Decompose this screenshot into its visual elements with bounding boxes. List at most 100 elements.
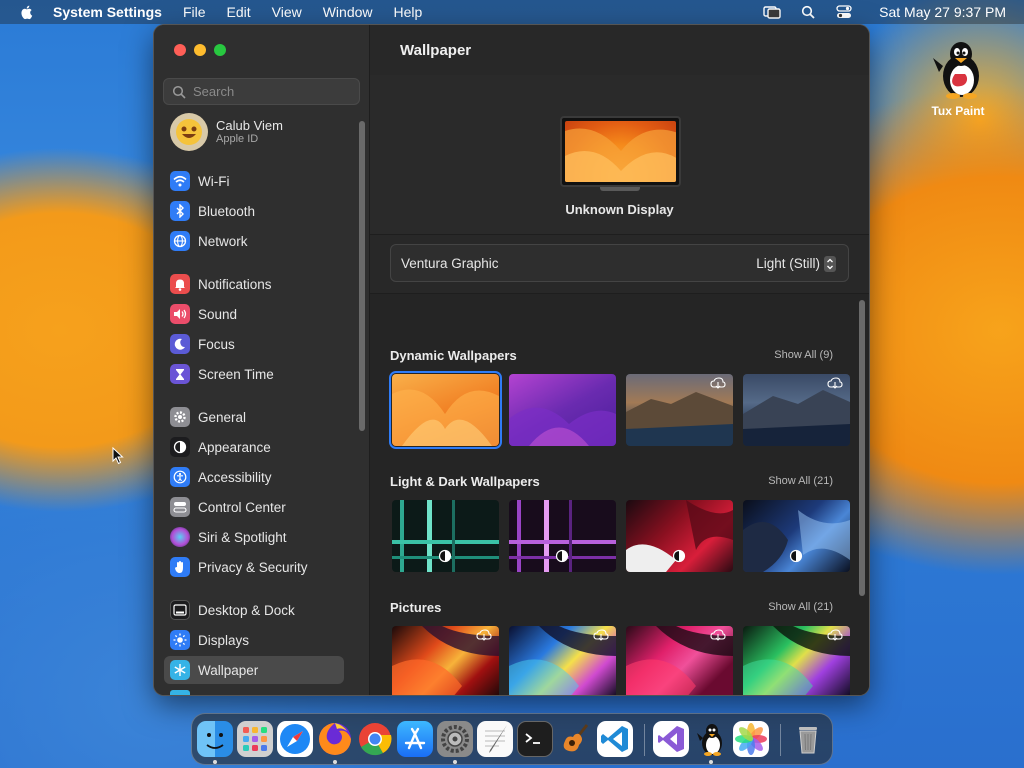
monitor-wallpaper-preview xyxy=(565,121,676,182)
dock-finder-icon[interactable] xyxy=(197,721,233,757)
menu-clock[interactable]: Sat May 27 9:37 PM xyxy=(879,4,1006,20)
sidebar-item-wifi[interactable]: Wi-Fi xyxy=(164,167,344,195)
sidebar-item-privacy-security[interactable]: Privacy & Security xyxy=(164,553,344,581)
sidebar-item-label: Siri & Spotlight xyxy=(198,529,287,545)
close-window-button[interactable] xyxy=(174,44,186,56)
speaker-icon xyxy=(170,304,190,324)
appearance-mode-popup[interactable]: Light (Still) xyxy=(756,256,820,271)
sidebar-next-item-peek xyxy=(170,690,190,695)
apple-id-profile[interactable]: Calub Viem Apple ID xyxy=(170,113,283,151)
wallpaper-thumb-picture-3[interactable] xyxy=(626,626,733,695)
sidebar-item-accessibility[interactable]: Accessibility xyxy=(164,463,344,491)
sidebar-item-label: Network xyxy=(198,233,248,249)
wallpaper-thumb-catalina-night[interactable] xyxy=(743,374,850,446)
dock-vscode-icon[interactable] xyxy=(597,721,633,757)
running-indicator xyxy=(453,760,457,764)
dock-chrome-icon[interactable] xyxy=(357,721,393,757)
dock-app-store-icon[interactable] xyxy=(397,721,433,757)
display-name: Unknown Display xyxy=(565,202,674,217)
sidebar-scrollbar[interactable] xyxy=(359,121,365,431)
profile-name: Calub Viem xyxy=(216,118,283,133)
sidebar-item-displays[interactable]: Displays xyxy=(164,626,344,654)
light-dark-icon xyxy=(438,549,452,563)
cloud-download-icon xyxy=(827,629,843,641)
desktop-icon-tux-paint[interactable]: Tux Paint xyxy=(918,36,998,118)
monitor-stand xyxy=(600,187,640,191)
hourglass-icon xyxy=(170,364,190,384)
menu-bar: System Settings File Edit View Window He… xyxy=(0,0,1024,24)
menu-app-name[interactable]: System Settings xyxy=(53,4,162,20)
dock-system-settings-icon[interactable] xyxy=(437,721,473,757)
section-title-pictures: Pictures xyxy=(390,600,442,615)
menu-file[interactable]: File xyxy=(183,4,206,20)
sidebar-item-bluetooth[interactable]: Bluetooth xyxy=(164,197,344,225)
dock-garageband-icon[interactable] xyxy=(557,721,593,757)
sidebar-item-sound[interactable]: Sound xyxy=(164,300,344,328)
sidebar-item-focus[interactable]: Focus xyxy=(164,330,344,358)
wallpaper-thumb-imac-green[interactable] xyxy=(392,500,499,572)
sidebar-item-wallpaper[interactable]: Wallpaper xyxy=(164,656,344,684)
sidebar-item-siri-spotlight[interactable]: Siri & Spotlight xyxy=(164,523,344,551)
sidebar-item-label: Wallpaper xyxy=(198,662,259,678)
moon-icon xyxy=(170,334,190,354)
dock-visual-studio-icon[interactable] xyxy=(653,721,689,757)
dock-trash-icon[interactable] xyxy=(790,721,826,757)
sidebar-item-label: Control Center xyxy=(198,499,286,515)
apple-menu-icon[interactable] xyxy=(19,4,35,20)
sidebar-item-screen-time[interactable]: Screen Time xyxy=(164,360,344,388)
show-all-dynamic-button[interactable]: Show All (9) xyxy=(774,349,833,361)
dock-firefox-icon[interactable] xyxy=(317,721,353,757)
sidebar-item-general[interactable]: General xyxy=(164,403,344,431)
screen-mirroring-icon[interactable] xyxy=(761,4,783,20)
sidebar-item-label: Screen Time xyxy=(198,366,274,382)
mouse-cursor-icon xyxy=(112,447,124,465)
wallpaper-thumb-picture-4[interactable] xyxy=(743,626,850,695)
wallpaper-thumb-imac-purple[interactable] xyxy=(509,500,616,572)
appearance-icon xyxy=(170,437,190,457)
sidebar-item-notifications[interactable]: Notifications xyxy=(164,270,344,298)
display-preview: Unknown Display xyxy=(370,75,869,235)
profile-subtitle: Apple ID xyxy=(216,133,259,145)
dock-safari-icon[interactable] xyxy=(277,721,313,757)
sidebar-item-appearance[interactable]: Appearance xyxy=(164,433,344,461)
menu-view[interactable]: View xyxy=(272,4,302,20)
cloud-download-icon xyxy=(593,629,609,641)
wallpaper-thumb-catalina-day[interactable] xyxy=(626,374,733,446)
running-indicator xyxy=(709,760,713,764)
show-all-light-dark-button[interactable]: Show All (21) xyxy=(768,475,833,487)
chevron-up-down-icon[interactable] xyxy=(824,256,836,272)
page-title: Wallpaper xyxy=(400,42,472,59)
wallpaper-thumb-red-waves[interactable] xyxy=(626,500,733,572)
sidebar-item-desktop-dock[interactable]: Desktop & Dock xyxy=(164,596,344,624)
running-indicator xyxy=(333,760,337,764)
dock-terminal-icon[interactable] xyxy=(517,721,553,757)
dock-textedit-icon[interactable] xyxy=(477,721,513,757)
minimize-window-button[interactable] xyxy=(194,44,206,56)
search-field[interactable]: Search xyxy=(163,78,360,105)
menu-window[interactable]: Window xyxy=(323,4,373,20)
wallpaper-thumb-picture-1[interactable] xyxy=(392,626,499,695)
sun-icon xyxy=(170,630,190,650)
wallpaper-thumb-picture-2[interactable] xyxy=(509,626,616,695)
zoom-window-button[interactable] xyxy=(214,44,226,56)
menu-edit[interactable]: Edit xyxy=(227,4,251,20)
menu-help[interactable]: Help xyxy=(394,4,423,20)
control-center-icon[interactable] xyxy=(833,4,855,20)
wallpaper-selector[interactable]: Ventura Graphic Light (Still) xyxy=(390,244,849,282)
spotlight-search-icon[interactable] xyxy=(797,4,819,20)
wallpaper-thumb-ventura-graphic[interactable] xyxy=(389,371,502,449)
light-dark-icon xyxy=(789,549,803,563)
dock-photos-icon[interactable] xyxy=(733,721,769,757)
show-all-pictures-button[interactable]: Show All (21) xyxy=(768,601,833,613)
wallpaper-thumb-monterey[interactable] xyxy=(509,374,616,446)
sidebar-item-control-center[interactable]: Control Center xyxy=(164,493,344,521)
dock-separator xyxy=(780,724,781,756)
sidebar-item-network[interactable]: Network xyxy=(164,227,344,255)
gallery-scrollbar[interactable] xyxy=(859,300,865,596)
dock-launchpad-icon[interactable] xyxy=(237,721,273,757)
dock-tux-paint-icon[interactable] xyxy=(693,721,729,757)
sidebar-item-label: Sound xyxy=(198,306,238,322)
wallpaper-pane: Wallpaper Unknown Display Ventura Graphi… xyxy=(370,25,869,695)
cloud-download-icon xyxy=(476,629,492,641)
wallpaper-thumb-blue-waves[interactable] xyxy=(743,500,850,572)
